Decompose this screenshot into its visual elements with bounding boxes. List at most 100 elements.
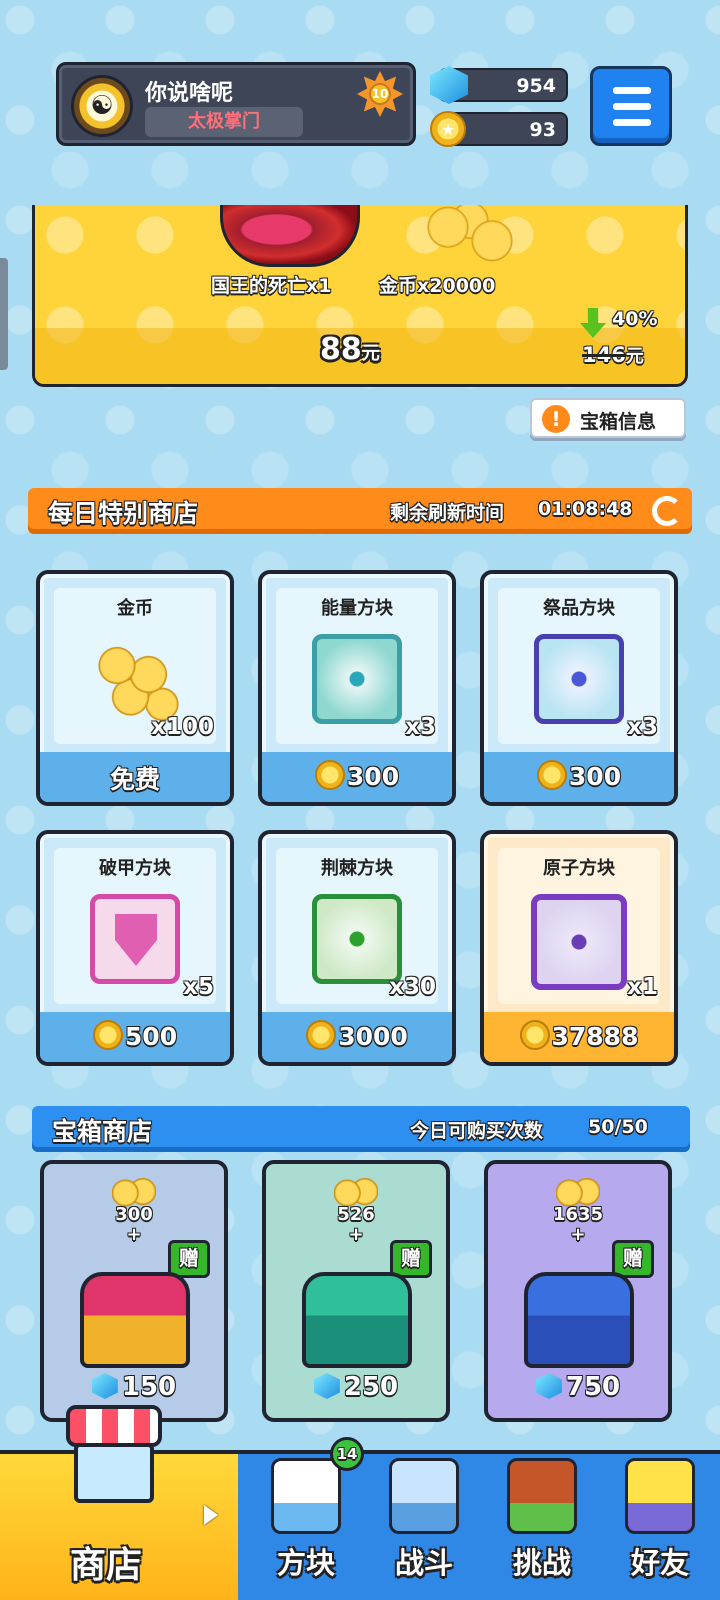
daily-item-thorn-dice[interactable]: 荆棘方块 x30 3000 <box>258 830 456 1066</box>
coin-icon <box>306 1020 337 1050</box>
item-price: 300 <box>484 760 674 791</box>
green-chest-icon <box>302 1272 412 1368</box>
menu-button[interactable] <box>590 66 672 146</box>
item-name: 荆棘方块 <box>321 858 393 879</box>
coin-icon <box>519 1020 550 1050</box>
blue-chest-icon <box>524 1272 634 1368</box>
promo-reward-2: 金币x20000 <box>379 275 496 297</box>
notification-badge: 14 <box>330 1437 364 1471</box>
challenge-icon <box>507 1458 577 1534</box>
item-qty: x3 <box>627 714 658 740</box>
exclamation-icon: ! <box>542 405 570 433</box>
chest-coin-amount: 1635 <box>552 1204 604 1225</box>
offering-dice-icon <box>534 634 624 724</box>
item-name: 祭品方块 <box>543 598 615 619</box>
side-edge-tab[interactable] <box>0 258 8 370</box>
king-death-dice-icon <box>220 205 360 267</box>
dice-icon <box>271 1458 341 1534</box>
buy-button[interactable]: 300 <box>262 752 452 802</box>
thorn-dice-icon <box>312 894 402 984</box>
item-price: 300 <box>262 760 452 791</box>
nav-tab-friends[interactable]: 好友 <box>600 1450 720 1600</box>
chest-price[interactable]: 150 <box>44 1372 224 1402</box>
shop-icon <box>66 1405 162 1505</box>
promo-old-price: 146元 <box>582 343 644 367</box>
gem-icon <box>91 1373 118 1399</box>
coin-pile-icon <box>415 205 525 268</box>
chest-shop-header: 宝箱商店 今日可购买次数 50/50 <box>32 1106 690 1152</box>
daily-item-coins[interactable]: 金币 x100 免费 <box>36 570 234 806</box>
item-price: 37888 <box>484 1020 674 1051</box>
item-qty: x3 <box>405 714 436 740</box>
gem-icon <box>313 1373 340 1399</box>
nav-label-challenge: 挑战 <box>512 1546 571 1580</box>
nav-tab-battle[interactable]: 战斗 <box>364 1450 484 1600</box>
daily-item-atom-dice[interactable]: 原子方块 x1 37888 <box>480 830 678 1066</box>
friends-icon <box>625 1458 695 1534</box>
player-name: 你说啥呢 <box>145 81 234 106</box>
nav-label-battle: 战斗 <box>394 1546 453 1580</box>
purchase-limit-label: 今日可购买次数 <box>410 1120 544 1142</box>
chest-card-red[interactable]: 300 + 赠 150 <box>40 1160 228 1422</box>
nav-label-shop: 商店 <box>70 1545 143 1586</box>
item-price: 500 <box>40 1020 230 1051</box>
chest-price[interactable]: 250 <box>266 1372 446 1402</box>
chevron-right-icon <box>204 1505 218 1525</box>
refresh-icon[interactable] <box>652 496 682 526</box>
item-name: 破甲方块 <box>99 858 171 879</box>
hamburger-icon <box>613 87 651 94</box>
nav-tab-dice[interactable]: 方块 <box>246 1450 366 1600</box>
chest-coin-amount: 526 <box>337 1204 375 1225</box>
free-button[interactable]: 免费 <box>40 752 230 802</box>
gem-icon <box>535 1373 562 1399</box>
chest-card-blue[interactable]: 1635 + 赠 750 <box>484 1160 672 1422</box>
coin-pile-icon <box>90 634 180 724</box>
buy-button[interactable]: 3000 <box>262 1012 452 1062</box>
level-badge: 10 <box>357 71 403 117</box>
buy-button[interactable]: 500 <box>40 1012 230 1062</box>
red-chest-icon <box>80 1272 190 1368</box>
item-qty: x1 <box>627 974 658 1000</box>
item-qty: x30 <box>389 974 436 1000</box>
nav-label-friends: 好友 <box>630 1546 689 1580</box>
daily-item-offering-dice[interactable]: 祭品方块 x3 300 <box>480 570 678 806</box>
coin-icon: ★ <box>430 111 466 147</box>
promo-price[interactable]: 88元 <box>320 332 380 367</box>
armor-break-dice-icon <box>90 894 180 984</box>
item-name: 金币 <box>117 598 153 619</box>
player-avatar[interactable]: ☯ <box>71 75 133 137</box>
refresh-timer: 01:08:48 <box>538 498 633 520</box>
atom-dice-icon <box>531 894 627 990</box>
daily-item-armor-break-dice[interactable]: 破甲方块 x5 500 <box>36 830 234 1066</box>
energy-dice-icon <box>312 634 402 724</box>
chest-info-button[interactable]: ! 宝箱信息 <box>530 398 686 438</box>
chest-coin-amount: 300 <box>115 1204 153 1225</box>
daily-item-energy-dice[interactable]: 能量方块 x3 300 <box>258 570 456 806</box>
coin-icon <box>92 1020 123 1050</box>
chest-card-green[interactable]: 526 + 赠 250 <box>262 1160 450 1422</box>
coin-counter[interactable]: ★ 93 <box>430 111 568 147</box>
item-price: 免费 <box>109 765 160 794</box>
chest-price[interactable]: 750 <box>488 1372 668 1402</box>
nav-label-dice: 方块 <box>276 1546 335 1580</box>
chest-shop-title: 宝箱商店 <box>52 1117 153 1146</box>
coin-icon <box>314 760 345 790</box>
daily-shop-header: 每日特别商店 剩余刷新时间 01:08:48 <box>28 488 692 534</box>
player-title-badge: 太极掌门 <box>145 107 303 137</box>
item-name: 能量方块 <box>321 598 393 619</box>
battle-icon <box>389 1458 459 1534</box>
purchase-limit-value: 50/50 <box>588 1116 648 1138</box>
buy-button[interactable]: 37888 <box>484 1012 674 1062</box>
nav-tab-challenge[interactable]: 挑战 <box>482 1450 602 1600</box>
chest-info-label: 宝箱信息 <box>580 411 657 433</box>
coin-amount: 93 <box>529 119 556 141</box>
buy-button[interactable]: 300 <box>484 752 674 802</box>
item-name: 原子方块 <box>543 858 615 879</box>
item-qty: x5 <box>183 974 214 1000</box>
player-profile-panel[interactable]: ☯ 你说啥呢 太极掌门 10 <box>56 62 416 146</box>
level-value: 10 <box>369 83 391 105</box>
gem-amount: 954 <box>516 75 556 97</box>
daily-shop-title: 每日特别商店 <box>48 499 199 528</box>
promo-discount: 40% <box>612 308 658 330</box>
gem-counter[interactable]: 954 <box>430 66 568 104</box>
